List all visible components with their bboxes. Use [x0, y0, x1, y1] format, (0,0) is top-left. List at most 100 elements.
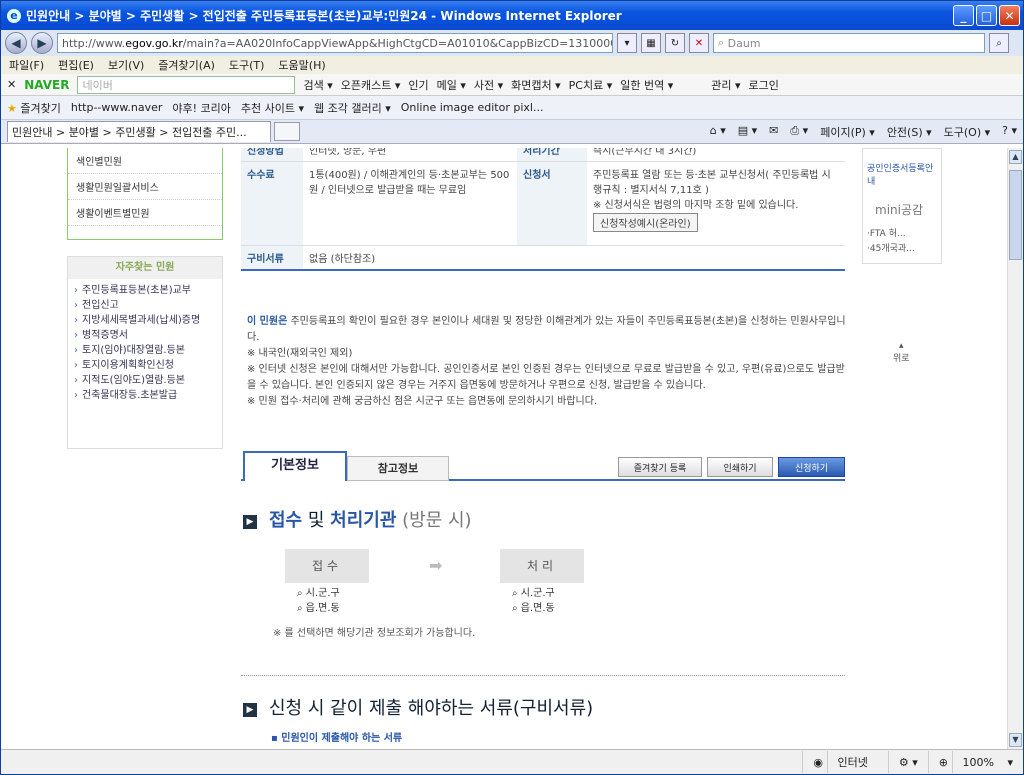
- menu-file[interactable]: 파일(F): [9, 57, 44, 73]
- vertical-scrollbar[interactable]: ▲ ▼: [1007, 148, 1023, 749]
- naver-login[interactable]: 로그인: [748, 77, 778, 93]
- processing-orgs: ⌕ 시.군.구 ⌕ 읍.면.동: [512, 586, 555, 616]
- link-life-service[interactable]: 생활민원일괄서비스: [68, 174, 222, 200]
- org-link[interactable]: ⌕ 시.군.구: [297, 586, 340, 601]
- stop-button[interactable]: ✕: [689, 33, 709, 53]
- browser-tab[interactable]: 민원안내 > 분야별 > 주민생활 > 전입전출 주민...: [7, 121, 271, 142]
- tab-reference-info[interactable]: 참고정보: [347, 456, 449, 481]
- info-header: 신청서: [517, 161, 587, 246]
- info-value: 없음 (하단참조): [303, 245, 845, 271]
- faq-item[interactable]: 지적도(임야도)열람.등본: [74, 373, 216, 388]
- cert-guide-link[interactable]: 공인인증서등록안내: [863, 149, 941, 187]
- naver-logo: NAVER: [24, 77, 70, 92]
- back-button[interactable]: ◀: [5, 32, 27, 54]
- info-tabs: 기본정보 참고정보 즐겨찾기 등록 인쇄하기 신청하기: [241, 451, 845, 481]
- apply-button[interactable]: 신청하기: [778, 457, 845, 477]
- naver-opencast[interactable]: 오픈캐스트 ▾: [341, 77, 401, 93]
- info-header: 구비서류: [241, 245, 303, 271]
- new-tab-button[interactable]: [274, 122, 300, 141]
- faq-item[interactable]: 토지이용계획확인신청: [74, 358, 216, 373]
- example-online-button[interactable]: 신청작성예시(온라인): [593, 213, 698, 232]
- zoom-control[interactable]: ⊕ 100% ▾: [927, 751, 1023, 773]
- protected-mode-icon[interactable]: ⚙ ▾: [887, 751, 928, 773]
- scroll-thumb[interactable]: [1009, 170, 1022, 260]
- divider: [241, 675, 845, 676]
- link-life-event[interactable]: 생활이벤트별민원: [68, 200, 222, 226]
- close-button[interactable]: ✕: [999, 5, 1020, 26]
- mini-brand[interactable]: mini공감: [863, 187, 941, 218]
- forward-button[interactable]: ▶: [31, 32, 53, 54]
- faq-item[interactable]: 건축물대장등.초본발급: [74, 388, 216, 403]
- refresh-button[interactable]: ↻: [665, 33, 685, 53]
- fav-item-suggested[interactable]: 추천 사이트 ▾: [241, 100, 304, 116]
- menu-favorites[interactable]: 즐겨찾기(A): [158, 57, 215, 73]
- fav-item-webslice[interactable]: 웹 조각 갤러리 ▾: [314, 100, 391, 116]
- naver-dict[interactable]: 사전 ▾: [474, 77, 503, 93]
- documents-subtitle: ▪ 민원인이 제출해야 하는 서류: [271, 733, 403, 744]
- url-dropdown-button[interactable]: ▾: [617, 33, 637, 53]
- window-title: 민원안내 > 분야별 > 주민생활 > 전입전출 주민등록표등본(초본)교부:민…: [26, 9, 622, 23]
- favorites-button[interactable]: ★ 즐겨찾기: [7, 100, 61, 116]
- menu-view[interactable]: 보기(V): [108, 57, 144, 73]
- favorites-bar: ★ 즐겨찾기 http--www.naver 야후! 코리아 추천 사이트 ▾ …: [1, 96, 1023, 120]
- page-menu[interactable]: 페이지(P) ▾: [820, 124, 875, 140]
- scroll-up-icon[interactable]: ▲: [1009, 150, 1022, 164]
- home-icon[interactable]: ⌂ ▾: [710, 124, 726, 140]
- faq-item[interactable]: 전입신고: [74, 298, 216, 313]
- safety-menu[interactable]: 안전(S) ▾: [887, 124, 932, 140]
- menu-edit[interactable]: 편집(E): [58, 57, 94, 73]
- step-reception: 접수: [285, 549, 369, 583]
- naver-search-input[interactable]: 네이버: [77, 75, 296, 94]
- url-input[interactable]: http://www. egov.go.kr/main?a=AA020InfoCa…: [57, 33, 613, 53]
- info-header: 수수료: [241, 161, 303, 246]
- add-favorite-button[interactable]: 즐겨찾기 등록: [618, 457, 702, 477]
- naver-capture[interactable]: 화면캡처 ▾: [511, 77, 561, 93]
- info-header: 처리기간: [517, 148, 587, 162]
- maximize-button[interactable]: □: [976, 5, 997, 26]
- naver-pc[interactable]: PC치료 ▾: [569, 77, 613, 93]
- notice-lead: 이 민원은: [247, 316, 288, 327]
- faq-item[interactable]: 병적증명서: [74, 328, 216, 343]
- org-link[interactable]: ⌕ 읍.면.동: [297, 601, 340, 616]
- menu-help[interactable]: 도움말(H): [278, 57, 325, 73]
- print-button[interactable]: 인쇄하기: [707, 457, 773, 477]
- search-go-button[interactable]: ⌕: [989, 33, 1009, 53]
- naver-popular[interactable]: 인기: [408, 77, 428, 93]
- faq-item[interactable]: 토지(임야)대장열람.등본: [74, 343, 216, 358]
- status-bar: ◉ 인터넷 ⚙ ▾ ⊕ 100% ▾: [1, 749, 1023, 774]
- minimize-button[interactable]: _: [953, 5, 974, 26]
- info-value: 1통(400원) / 이해관계인의 등·초본교부는 500원 / 인터넷으로 발…: [303, 161, 517, 246]
- notice-line: ※ 인터넷 신청은 본인에 대해서만 가능합니다. 공인인증서로 본인 인증된 …: [247, 364, 845, 391]
- scroll-down-icon[interactable]: ▼: [1009, 733, 1022, 747]
- naver-manage[interactable]: 관리 ▾: [711, 77, 740, 93]
- news-item[interactable]: ·45개국과...: [863, 239, 941, 254]
- fav-item-yahoo[interactable]: 야후! 코리아: [172, 100, 231, 116]
- faq-item[interactable]: 주민등록표등본(초본)교부: [74, 283, 216, 298]
- print-icon[interactable]: ⎙ ▾: [790, 124, 808, 140]
- fav-item-naver[interactable]: http--www.naver: [71, 101, 163, 114]
- fav-item-pixlr[interactable]: Online image editor pixl...: [401, 101, 544, 114]
- title-bar: e 민원안내 > 분야별 > 주민생활 > 전입전출 주민등록표등본(초본)교부…: [1, 1, 1023, 30]
- org-link[interactable]: ⌕ 시.군.구: [512, 586, 555, 601]
- help-icon[interactable]: ? ▾: [1002, 124, 1017, 140]
- search-input[interactable]: ⌕ Daum: [713, 33, 985, 53]
- faq-item[interactable]: 지방세세목별과세(납세)증명: [74, 313, 216, 328]
- reception-orgs: ⌕ 시.군.구 ⌕ 읍.면.동: [297, 586, 340, 616]
- link-index[interactable]: 색인별민원: [68, 148, 222, 174]
- tools-menu[interactable]: 도구(O) ▾: [944, 124, 991, 140]
- toolbar-close-icon[interactable]: ✕: [7, 78, 16, 91]
- compat-view-button[interactable]: ▦: [641, 33, 661, 53]
- tab-basic-info[interactable]: 기본정보: [243, 451, 347, 481]
- naver-search[interactable]: 검색 ▾: [303, 77, 332, 93]
- rss-icon[interactable]: ▤ ▾: [738, 124, 757, 140]
- naver-translate[interactable]: 일한 번역 ▾: [620, 77, 673, 93]
- org-link[interactable]: ⌕ 읍.면.동: [512, 601, 555, 616]
- naver-mail[interactable]: 메일 ▾: [437, 77, 466, 93]
- top-button[interactable]: ▴ 위로: [893, 341, 910, 364]
- info-value: 주민등록표 열람 또는 등·초본 교부신청서( 주민등록법 시행규칙 : 별지서…: [587, 161, 845, 246]
- notice-line: ※ 민원 접수·처리에 관해 궁금하신 점은 시군구 또는 읍면동에 문의하시기…: [247, 396, 598, 407]
- info-value: 인터넷, 방문, 우편: [303, 148, 517, 162]
- mail-icon[interactable]: ✉: [769, 124, 778, 140]
- news-item[interactable]: ·FTA 허...: [863, 218, 941, 239]
- menu-tools[interactable]: 도구(T): [229, 57, 265, 73]
